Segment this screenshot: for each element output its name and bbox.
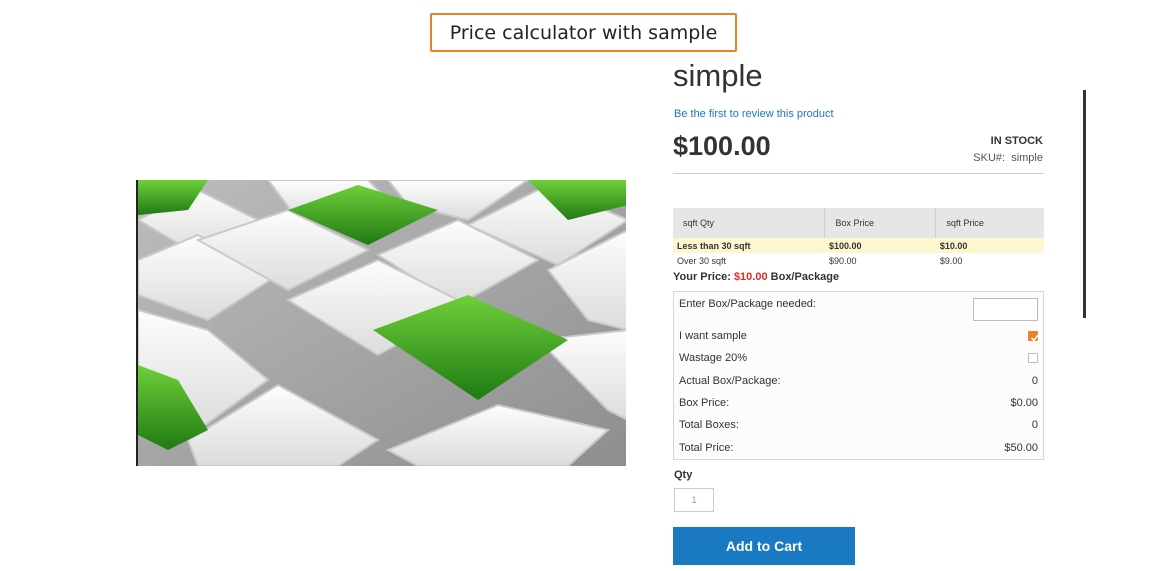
- your-price-unit: Box/Package: [770, 271, 840, 283]
- total-boxes-label: Total Boxes:: [679, 419, 739, 431]
- checkmark-icon: [1030, 334, 1039, 342]
- your-price-label: Your Price:: [673, 271, 731, 283]
- table-cell: Less than 30 sqft: [673, 238, 825, 253]
- qty-input[interactable]: 1: [674, 488, 714, 512]
- total-boxes-row: Total Boxes: 0: [679, 419, 1038, 431]
- table-cell: $90.00: [828, 255, 857, 266]
- box-price-row: Box Price: $0.00: [679, 397, 1038, 409]
- divider: [673, 173, 1044, 174]
- sample-checkbox[interactable]: [1028, 331, 1039, 342]
- table-cell: $100.00: [824, 238, 936, 253]
- tier-price-table: sqft Qty Box Price sqft Price Less than …: [673, 208, 1044, 268]
- table-row: Less than 30 sqft $100.00 $10.00: [673, 238, 1044, 253]
- sku-value: simple: [1011, 152, 1043, 164]
- table-cell: $9.00: [939, 255, 963, 266]
- wastage-row: Wastage 20%: [679, 352, 1038, 364]
- total-price-row: Total Price: $50.00: [679, 442, 1038, 454]
- wastage-checkbox[interactable]: [1028, 353, 1038, 363]
- table-row: Over 30 sqft $90.00 $9.00: [673, 253, 1044, 268]
- actual-label: Actual Box/Package:: [679, 375, 781, 387]
- add-to-cart-button[interactable]: Add to Cart: [673, 527, 855, 565]
- price-calculator: Enter Box/Package needed: I want sample …: [673, 291, 1044, 460]
- actual-row: Actual Box/Package: 0: [679, 375, 1038, 387]
- total-price-value: $50.00: [1004, 442, 1038, 454]
- box-needed-row: Enter Box/Package needed:: [679, 298, 1038, 321]
- total-boxes-value: 0: [1031, 419, 1038, 431]
- product-price: $100.00: [673, 131, 771, 161]
- actual-value: 0: [1031, 375, 1038, 387]
- box-price-label: Box Price:: [679, 397, 730, 409]
- sku: SKU#: simple: [973, 152, 1043, 164]
- your-price-value: $10.00: [733, 271, 768, 283]
- stock-status: IN STOCK: [990, 135, 1043, 147]
- product-image: [136, 180, 626, 466]
- box-price-value: $0.00: [1010, 397, 1038, 409]
- add-to-cart-label: Add to Cart: [725, 538, 803, 554]
- caption-banner-label: Price calculator with sample: [449, 21, 718, 44]
- your-price: Your Price: $10.00 Box/Package: [673, 271, 839, 283]
- scrollbar[interactable]: [1083, 90, 1086, 318]
- column-header: sqft Price: [935, 208, 1044, 238]
- review-link[interactable]: Be the first to review this product: [674, 108, 834, 120]
- sample-label: I want sample: [679, 330, 747, 342]
- box-needed-input[interactable]: [973, 298, 1038, 321]
- total-price-label: Total Price:: [679, 442, 734, 454]
- sample-row: I want sample: [679, 330, 1039, 342]
- column-header: Box Price: [824, 208, 936, 238]
- qty-label: Qty: [674, 469, 693, 481]
- table-cell: $10.00: [935, 238, 1044, 253]
- caption-banner: Price calculator with sample: [430, 13, 737, 52]
- box-needed-label: Enter Box/Package needed:: [679, 298, 816, 310]
- wastage-label: Wastage 20%: [679, 352, 748, 364]
- sku-label: SKU#:: [973, 152, 1006, 164]
- column-header: sqft Qty: [673, 208, 825, 238]
- product-title: simple: [673, 58, 763, 93]
- table-cell: Over 30 sqft: [677, 255, 727, 266]
